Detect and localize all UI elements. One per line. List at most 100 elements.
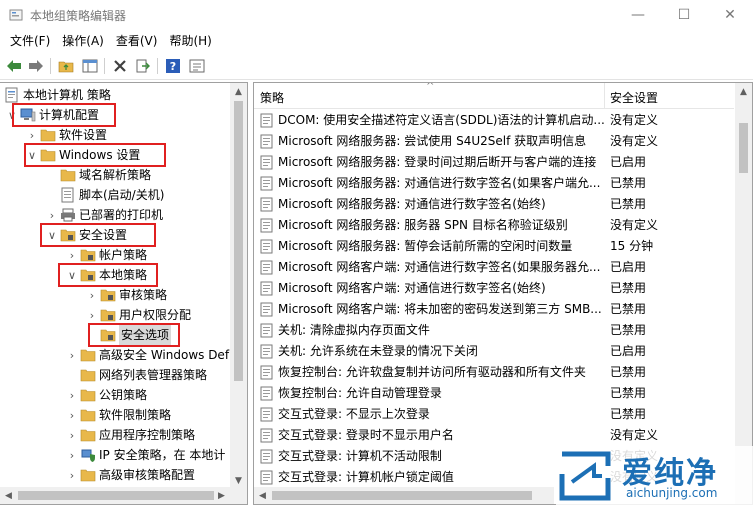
- column-header-policy[interactable]: 策略: [260, 89, 284, 106]
- policy-setting-value: 已禁用: [610, 323, 647, 337]
- tree-item-ip-security[interactable]: › IP 安全策略，在 本地计: [66, 445, 225, 465]
- scrollbar-thumb[interactable]: [234, 101, 243, 381]
- tree-item-label: 审核策略: [119, 288, 168, 302]
- expand-arrow-icon[interactable]: ›: [66, 345, 78, 365]
- table-row[interactable]: 恢复控制台: 允许软盘复制并访问所有驱动器和所有文件夹 已禁用: [254, 362, 734, 383]
- properties-icon[interactable]: [188, 57, 206, 75]
- help-icon[interactable]: ?: [164, 57, 182, 75]
- show-hide-tree-icon[interactable]: [81, 57, 99, 75]
- table-row[interactable]: 关机: 清除虚拟内存页面文件 已禁用: [254, 320, 734, 341]
- table-row[interactable]: 关机: 允许系统在未登录的情况下关闭 已启用: [254, 341, 734, 362]
- tree-item-network-list-manager[interactable]: 网络列表管理器策略: [66, 365, 207, 385]
- folder-icon: [60, 169, 76, 182]
- tree-item-windows-defender-firewall[interactable]: › 高级安全 Windows Def: [66, 345, 229, 365]
- expand-arrow-icon[interactable]: [46, 165, 58, 185]
- scroll-right-arrow-icon[interactable]: ▶: [213, 487, 230, 504]
- menu-action[interactable]: 操作(A): [56, 30, 110, 52]
- scroll-left-arrow-icon[interactable]: ◀: [0, 487, 17, 504]
- scrollbar-thumb[interactable]: [18, 491, 214, 500]
- maximize-button[interactable]: ☐: [661, 0, 707, 30]
- security-folder-icon: [100, 309, 116, 322]
- minimize-button[interactable]: —: [615, 0, 661, 30]
- policy-setting-icon: [260, 176, 273, 191]
- tree-item-name-resolution-policy[interactable]: 域名解析策略: [46, 165, 151, 185]
- folder-icon: [80, 389, 96, 402]
- expand-arrow-icon[interactable]: ›: [46, 205, 58, 225]
- tree-item-scripts[interactable]: 脚本(启动/关机): [46, 185, 164, 205]
- policy-name: Microsoft 网络客户端: 对通信进行数字签名(如果服务器允...: [278, 260, 601, 274]
- tree-item-deployed-printers[interactable]: › 已部署的打印机: [46, 205, 163, 225]
- tree-item-label: 域名解析策略: [79, 168, 152, 182]
- expand-arrow-icon[interactable]: ›: [66, 405, 78, 425]
- scroll-up-arrow-icon[interactable]: ▲: [735, 83, 752, 100]
- tree-item-public-key-policies[interactable]: › 公钥策略: [66, 385, 147, 405]
- tree-root[interactable]: 本地计算机 策略: [4, 85, 111, 105]
- scroll-up-arrow-icon[interactable]: ▲: [230, 83, 247, 100]
- tree-item-user-rights-assignment[interactable]: › 用户权限分配: [86, 305, 191, 325]
- table-row[interactable]: Microsoft 网络服务器: 尝试使用 S4U2Self 获取声明信息 没有定…: [254, 131, 734, 152]
- menu-help[interactable]: 帮助(H): [163, 30, 217, 52]
- highlight-box: [58, 263, 158, 287]
- table-row[interactable]: Microsoft 网络服务器: 服务器 SPN 目标名称验证级别 没有定义: [254, 215, 734, 236]
- policy-name: Microsoft 网络服务器: 暂停会话前所需的空闲时间数量: [278, 239, 573, 253]
- table-row[interactable]: 恢复控制台: 允许自动管理登录 已禁用: [254, 383, 734, 404]
- tree-item-advanced-audit[interactable]: › 高级审核策略配置: [66, 465, 195, 485]
- tree-horizontal-scrollbar[interactable]: ◀ ▶: [0, 487, 247, 504]
- expand-arrow-icon[interactable]: ›: [66, 445, 78, 465]
- policy-setting-value: 已禁用: [610, 197, 647, 211]
- table-row[interactable]: Microsoft 网络客户端: 对通信进行数字签名(始终) 已禁用: [254, 278, 734, 299]
- policy-setting-value: 已启用: [610, 344, 647, 358]
- up-folder-icon[interactable]: [57, 57, 75, 75]
- policy-list-pane[interactable]: 策略 ^ 安全设置 DCOM: 使用安全描述符定义语言(SDDL)语法的计算机启…: [253, 82, 753, 505]
- policy-setting-icon: [260, 197, 273, 212]
- table-row[interactable]: 交互式登录: 不显示上次登录 已禁用: [254, 404, 734, 425]
- tree-item-audit-policy[interactable]: › 审核策略: [86, 285, 167, 305]
- policy-name: 关机: 清除虚拟内存页面文件: [278, 323, 430, 337]
- list-vertical-scrollbar[interactable]: ▲: [735, 83, 752, 504]
- expand-arrow-icon[interactable]: ›: [66, 465, 78, 485]
- delete-icon[interactable]: [111, 57, 129, 75]
- expand-arrow-icon[interactable]: ›: [26, 125, 38, 145]
- highlight-box: [88, 323, 180, 347]
- expand-arrow-icon[interactable]: ›: [86, 285, 98, 305]
- menu-file[interactable]: 文件(F): [4, 30, 56, 52]
- expand-arrow-icon[interactable]: ›: [86, 305, 98, 325]
- sort-arrow-icon: ^: [426, 82, 435, 92]
- back-icon[interactable]: [5, 57, 23, 75]
- folder-icon: [40, 129, 56, 142]
- list-horizontal-scrollbar[interactable]: ◀: [254, 487, 554, 504]
- table-row[interactable]: 交互式登录: 登录时不显示用户名 没有定义: [254, 425, 734, 446]
- table-row[interactable]: DCOM: 使用安全描述符定义语言(SDDL)语法的计算机启动... 没有定义: [254, 110, 734, 131]
- menu-view[interactable]: 查看(V): [110, 30, 164, 52]
- tree-item-account-policies[interactable]: › 帐户策略: [66, 245, 147, 265]
- export-icon[interactable]: [134, 57, 152, 75]
- tree-item-app-control[interactable]: › 应用程序控制策略: [66, 425, 195, 445]
- table-row[interactable]: Microsoft 网络服务器: 登录时间过期后断开与客户端的连接 已启用: [254, 152, 734, 173]
- close-button[interactable]: ✕: [707, 0, 753, 30]
- tree-item-label: 高级安全 Windows Def: [99, 348, 230, 362]
- table-row[interactable]: Microsoft 网络服务器: 暂停会话前所需的空闲时间数量 15 分钟: [254, 236, 734, 257]
- policy-name: DCOM: 使用安全描述符定义语言(SDDL)语法的计算机启动...: [278, 113, 604, 127]
- tree-item-label: 用户权限分配: [119, 308, 192, 322]
- tree-vertical-scrollbar[interactable]: ▲ ▼: [230, 83, 247, 489]
- script-icon: [61, 187, 74, 203]
- tree-item-label: 网络列表管理器策略: [99, 368, 208, 382]
- policy-setting-value: 已禁用: [610, 176, 647, 190]
- table-row[interactable]: Microsoft 网络服务器: 对通信进行数字签名(如果客户端允... 已禁用: [254, 173, 734, 194]
- tree-item-software-settings[interactable]: › 软件设置: [26, 125, 107, 145]
- scrollbar-thumb[interactable]: [272, 491, 532, 500]
- watermark: 爱纯净 aichunjing.com: [556, 446, 753, 505]
- column-header-setting[interactable]: 安全设置: [610, 89, 658, 106]
- expand-arrow-icon[interactable]: ›: [66, 425, 78, 445]
- tree-pane[interactable]: 本地计算机 策略 ∨ 计算机配置 › 软件设置 ∨ Windows 设置 域名解…: [0, 82, 248, 505]
- scrollbar-thumb[interactable]: [739, 123, 748, 173]
- expand-arrow-icon[interactable]: ›: [66, 245, 78, 265]
- tree-item-software-restriction[interactable]: › 软件限制策略: [66, 405, 171, 425]
- scroll-left-arrow-icon[interactable]: ◀: [254, 487, 271, 504]
- tree-root-label: 本地计算机 策略: [23, 88, 111, 102]
- table-row[interactable]: Microsoft 网络客户端: 对通信进行数字签名(如果服务器允... 已启用: [254, 257, 734, 278]
- forward-icon[interactable]: [27, 57, 45, 75]
- expand-arrow-icon[interactable]: ›: [66, 385, 78, 405]
- table-row[interactable]: Microsoft 网络服务器: 对通信进行数字签名(始终) 已禁用: [254, 194, 734, 215]
- table-row[interactable]: Microsoft 网络客户端: 将未加密的密码发送到第三方 SMB... 已禁用: [254, 299, 734, 320]
